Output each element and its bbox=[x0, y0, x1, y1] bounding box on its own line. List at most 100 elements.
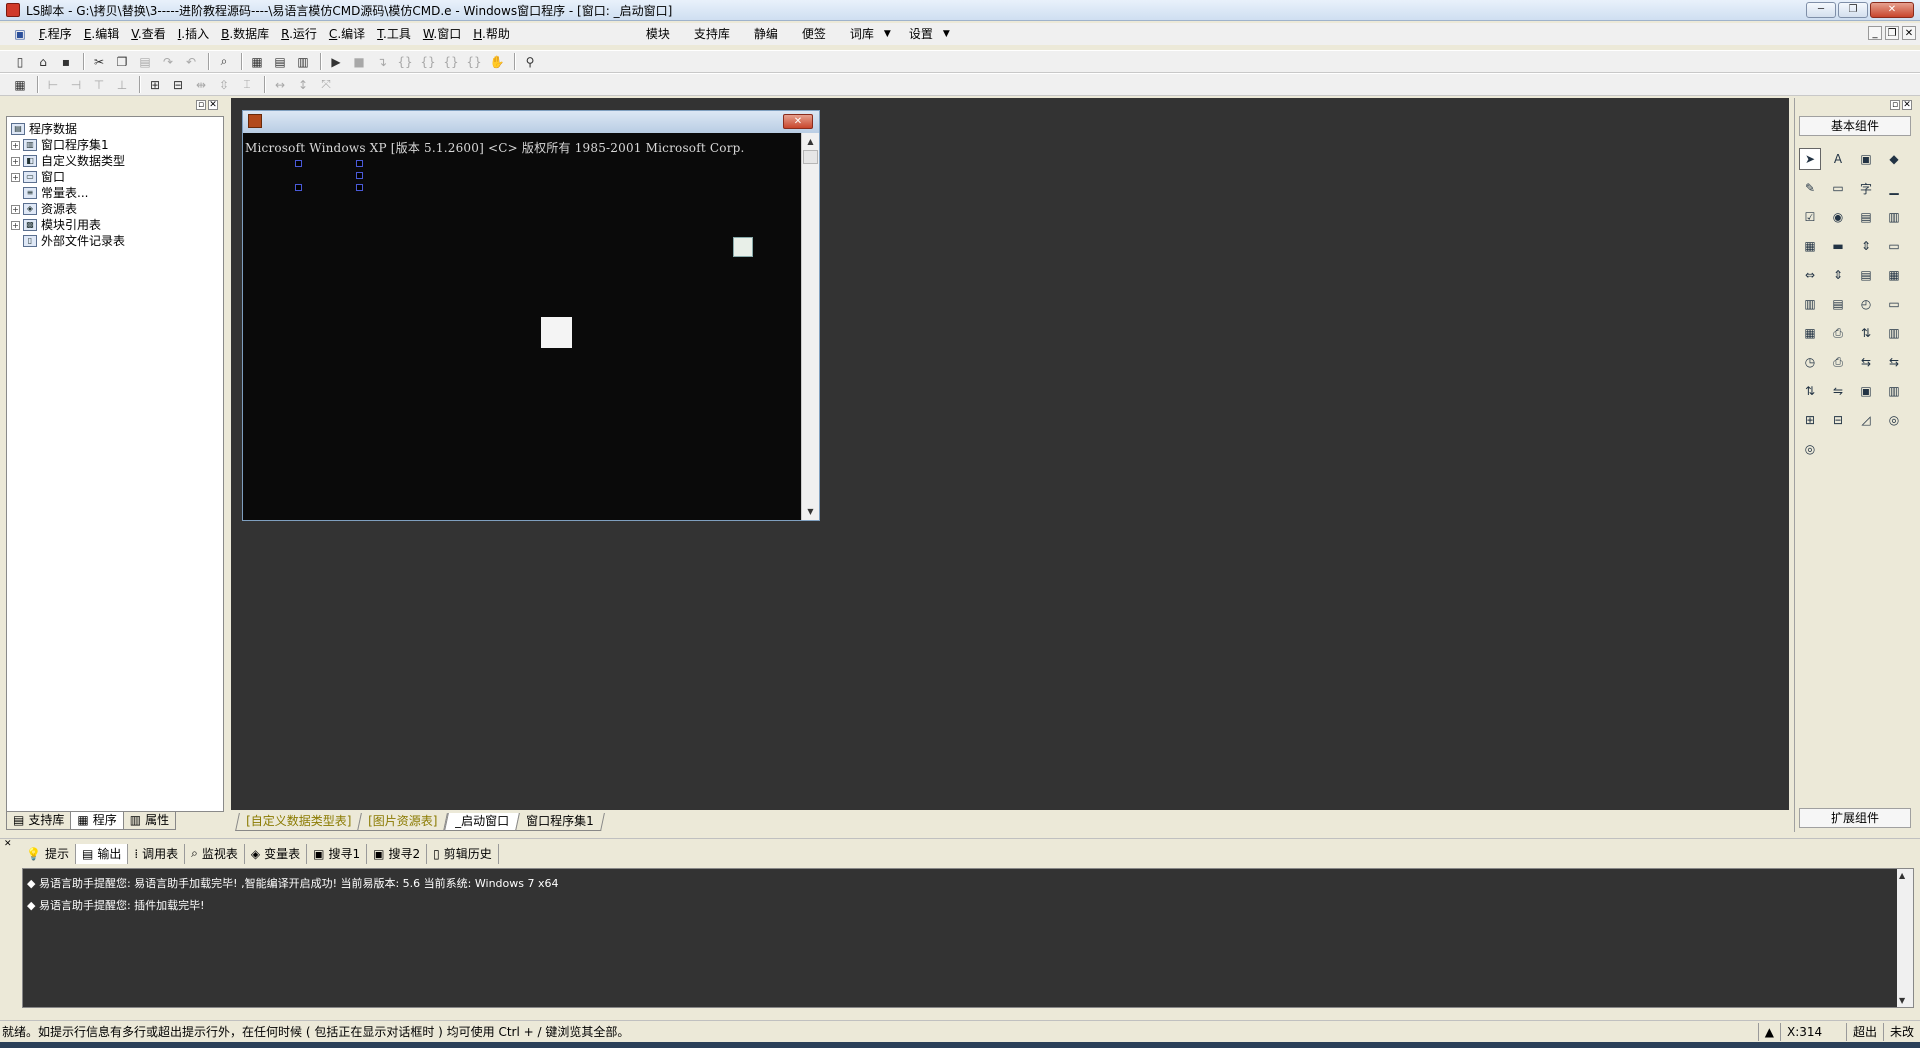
frame-component-icon[interactable]: ▭ bbox=[1827, 177, 1849, 199]
tab-window-assembly[interactable]: 窗口程序集1 bbox=[514, 813, 605, 831]
menu-settings[interactable]: 设置 bbox=[897, 24, 937, 44]
menu-notes[interactable]: 便签 bbox=[790, 24, 838, 44]
menu-window[interactable]: W.窗口 bbox=[417, 24, 467, 44]
layout-2-icon[interactable]: ▤ bbox=[270, 53, 290, 71]
menu-static-compile[interactable]: 静编 bbox=[742, 24, 790, 44]
edit-component-icon[interactable]: ✎ bbox=[1799, 177, 1821, 199]
tab-watch[interactable]: ⌕ 监视表 bbox=[185, 843, 245, 864]
save-icon[interactable]: ▪ bbox=[56, 53, 76, 71]
selection-handle[interactable] bbox=[295, 184, 302, 191]
designed-window[interactable]: ✕ Microsoft Windows XP [版本 5.1.2600] <C>… bbox=[242, 110, 820, 521]
toolbar-component-icon[interactable]: ▦ bbox=[1799, 322, 1821, 344]
picture-component-icon[interactable]: ▣ bbox=[1855, 148, 1877, 170]
picture-component-icon[interactable] bbox=[733, 237, 753, 257]
menu-dictionary[interactable]: 词库 bbox=[838, 24, 878, 44]
tab-variables[interactable]: ◈ 变量表 bbox=[245, 843, 308, 864]
status-up-icon[interactable]: ▲ bbox=[1757, 1022, 1780, 1041]
tab-properties[interactable]: ▥ 属性 bbox=[122, 812, 177, 830]
selection-handle[interactable] bbox=[356, 184, 363, 191]
menu-edit[interactable]: E.编辑 bbox=[78, 24, 125, 44]
center-v-icon[interactable]: ⊟ bbox=[168, 76, 188, 94]
tree-item-root[interactable]: ▤ 程序数据 bbox=[11, 121, 125, 137]
doc-close-button[interactable]: ✕ bbox=[1902, 26, 1916, 40]
menu-run[interactable]: R.运行 bbox=[275, 24, 323, 44]
tab-program[interactable]: ▦ 程序 bbox=[70, 812, 124, 830]
restore-button[interactable]: ❐ bbox=[1838, 2, 1868, 18]
space-h-icon[interactable]: ⇹ bbox=[191, 76, 211, 94]
layout-3-icon[interactable]: ▥ bbox=[293, 53, 313, 71]
tab-component-icon[interactable]: ▥ bbox=[1883, 206, 1905, 228]
designed-window-close-button[interactable]: ✕ bbox=[783, 114, 813, 129]
scroll-down-icon[interactable]: ▼ bbox=[1899, 996, 1905, 1005]
grid-icon[interactable]: ▦ bbox=[10, 76, 30, 94]
left-panel-pin-icon[interactable]: ▫ bbox=[196, 100, 206, 110]
line-component-icon[interactable]: ▁ bbox=[1883, 177, 1905, 199]
menu-help[interactable]: H.帮助 bbox=[467, 24, 516, 44]
printer-component-icon[interactable]: ⎙ bbox=[1827, 322, 1849, 344]
same-height-icon[interactable]: ↕ bbox=[293, 76, 313, 94]
tree-item-window[interactable]: + ▭ 窗口 bbox=[11, 169, 125, 185]
center-h-icon[interactable]: ⊞ bbox=[145, 76, 165, 94]
scroll-down-icon[interactable]: ▼ bbox=[804, 505, 817, 518]
new-file-icon[interactable]: ▯ bbox=[10, 53, 30, 71]
tab-call-stack[interactable]: ⁞ 调用表 bbox=[128, 843, 186, 864]
table-component-icon[interactable]: ▥ bbox=[1799, 293, 1821, 315]
cut-icon[interactable]: ✂ bbox=[89, 53, 109, 71]
clock-component-icon[interactable]: ◴ bbox=[1855, 293, 1877, 315]
close-button[interactable]: ✕ bbox=[1870, 2, 1914, 18]
port-component-icon[interactable]: ⇅ bbox=[1799, 380, 1821, 402]
align-center-icon[interactable]: ⊣ bbox=[66, 76, 86, 94]
tab-custom-types[interactable]: [自定义数据类型表] bbox=[235, 813, 363, 831]
grid-component-icon[interactable]: ▦ bbox=[1799, 235, 1821, 257]
selection-handle[interactable] bbox=[295, 160, 302, 167]
tree-item-custom-types[interactable]: + ◧ 自定义数据类型 bbox=[11, 153, 125, 169]
cmd-scrollbar[interactable]: ▲ ▼ bbox=[801, 133, 819, 520]
menu-compile[interactable]: C.编译 bbox=[323, 24, 371, 44]
step-5-icon[interactable]: {} bbox=[464, 53, 484, 71]
align-left-icon[interactable]: ⊢ bbox=[43, 76, 63, 94]
bottom-panel-close-icon[interactable]: ✕ bbox=[4, 839, 12, 849]
align-top-icon[interactable]: ⊤ bbox=[89, 76, 109, 94]
split2-component-icon[interactable]: ▥ bbox=[1883, 380, 1905, 402]
undo-icon[interactable]: ↶ bbox=[181, 53, 201, 71]
binoculars-icon[interactable]: ⚲ bbox=[520, 53, 540, 71]
datebox-component-icon[interactable]: ▤ bbox=[1827, 293, 1849, 315]
font-component-icon[interactable]: 字 bbox=[1855, 177, 1877, 199]
odbc2-component-icon[interactable]: ◎ bbox=[1799, 438, 1821, 460]
ole-component-icon[interactable]: ▥ bbox=[1883, 322, 1905, 344]
tab-hints[interactable]: 💡 提示 bbox=[20, 843, 76, 864]
menu-tools[interactable]: T.工具 bbox=[371, 24, 417, 44]
menu-program[interactable]: F.程序 bbox=[33, 24, 78, 44]
left-panel-close-icon[interactable]: ✕ bbox=[208, 100, 218, 110]
expand-icon[interactable]: + bbox=[11, 220, 20, 230]
same-size-icon[interactable]: ⤧ bbox=[316, 76, 336, 94]
extended-components-header[interactable]: 扩展组件 bbox=[1799, 808, 1911, 828]
panel-component-icon[interactable]: ▣ bbox=[1855, 380, 1877, 402]
layout-1-icon[interactable]: ▦ bbox=[247, 53, 267, 71]
spinner-component-icon[interactable]: ⇕ bbox=[1855, 235, 1877, 257]
menu-database[interactable]: B.数据库 bbox=[215, 24, 275, 44]
slider-component-icon[interactable]: ▬ bbox=[1827, 235, 1849, 257]
shape-component-icon[interactable]: ◆ bbox=[1883, 148, 1905, 170]
calendar-component-icon[interactable]: ▦ bbox=[1883, 264, 1905, 286]
expand-icon[interactable]: + bbox=[11, 140, 20, 150]
step-3-icon[interactable]: {} bbox=[418, 53, 438, 71]
list-component-icon[interactable]: ▤ bbox=[1855, 206, 1877, 228]
open-folder-icon[interactable]: ⌂ bbox=[33, 53, 53, 71]
menu-insert[interactable]: I.插入 bbox=[172, 24, 215, 44]
hscroll-component-icon[interactable]: ⇔ bbox=[1799, 264, 1821, 286]
expand-icon[interactable]: + bbox=[11, 156, 20, 166]
hand-icon[interactable]: ✋ bbox=[487, 53, 507, 71]
find-icon[interactable]: ⌕ bbox=[214, 53, 234, 71]
timer-component-icon[interactable]: ◷ bbox=[1799, 351, 1821, 373]
selection-handle[interactable] bbox=[356, 160, 363, 167]
expand-icon[interactable]: + bbox=[11, 172, 20, 182]
redo-icon[interactable]: ↷ bbox=[158, 53, 178, 71]
tree-item-external-files[interactable]: ▯ 外部文件记录表 bbox=[11, 233, 125, 249]
align-bottom-icon[interactable]: ⊥ bbox=[112, 76, 132, 94]
scroll-up-icon[interactable]: ▲ bbox=[804, 135, 817, 148]
right-panel-close-icon[interactable]: ✕ bbox=[1902, 100, 1912, 110]
designed-window-titlebar[interactable]: ✕ bbox=[243, 111, 819, 133]
printer2-component-icon[interactable]: ⎙ bbox=[1827, 351, 1849, 373]
copy-icon[interactable]: ❐ bbox=[112, 53, 132, 71]
